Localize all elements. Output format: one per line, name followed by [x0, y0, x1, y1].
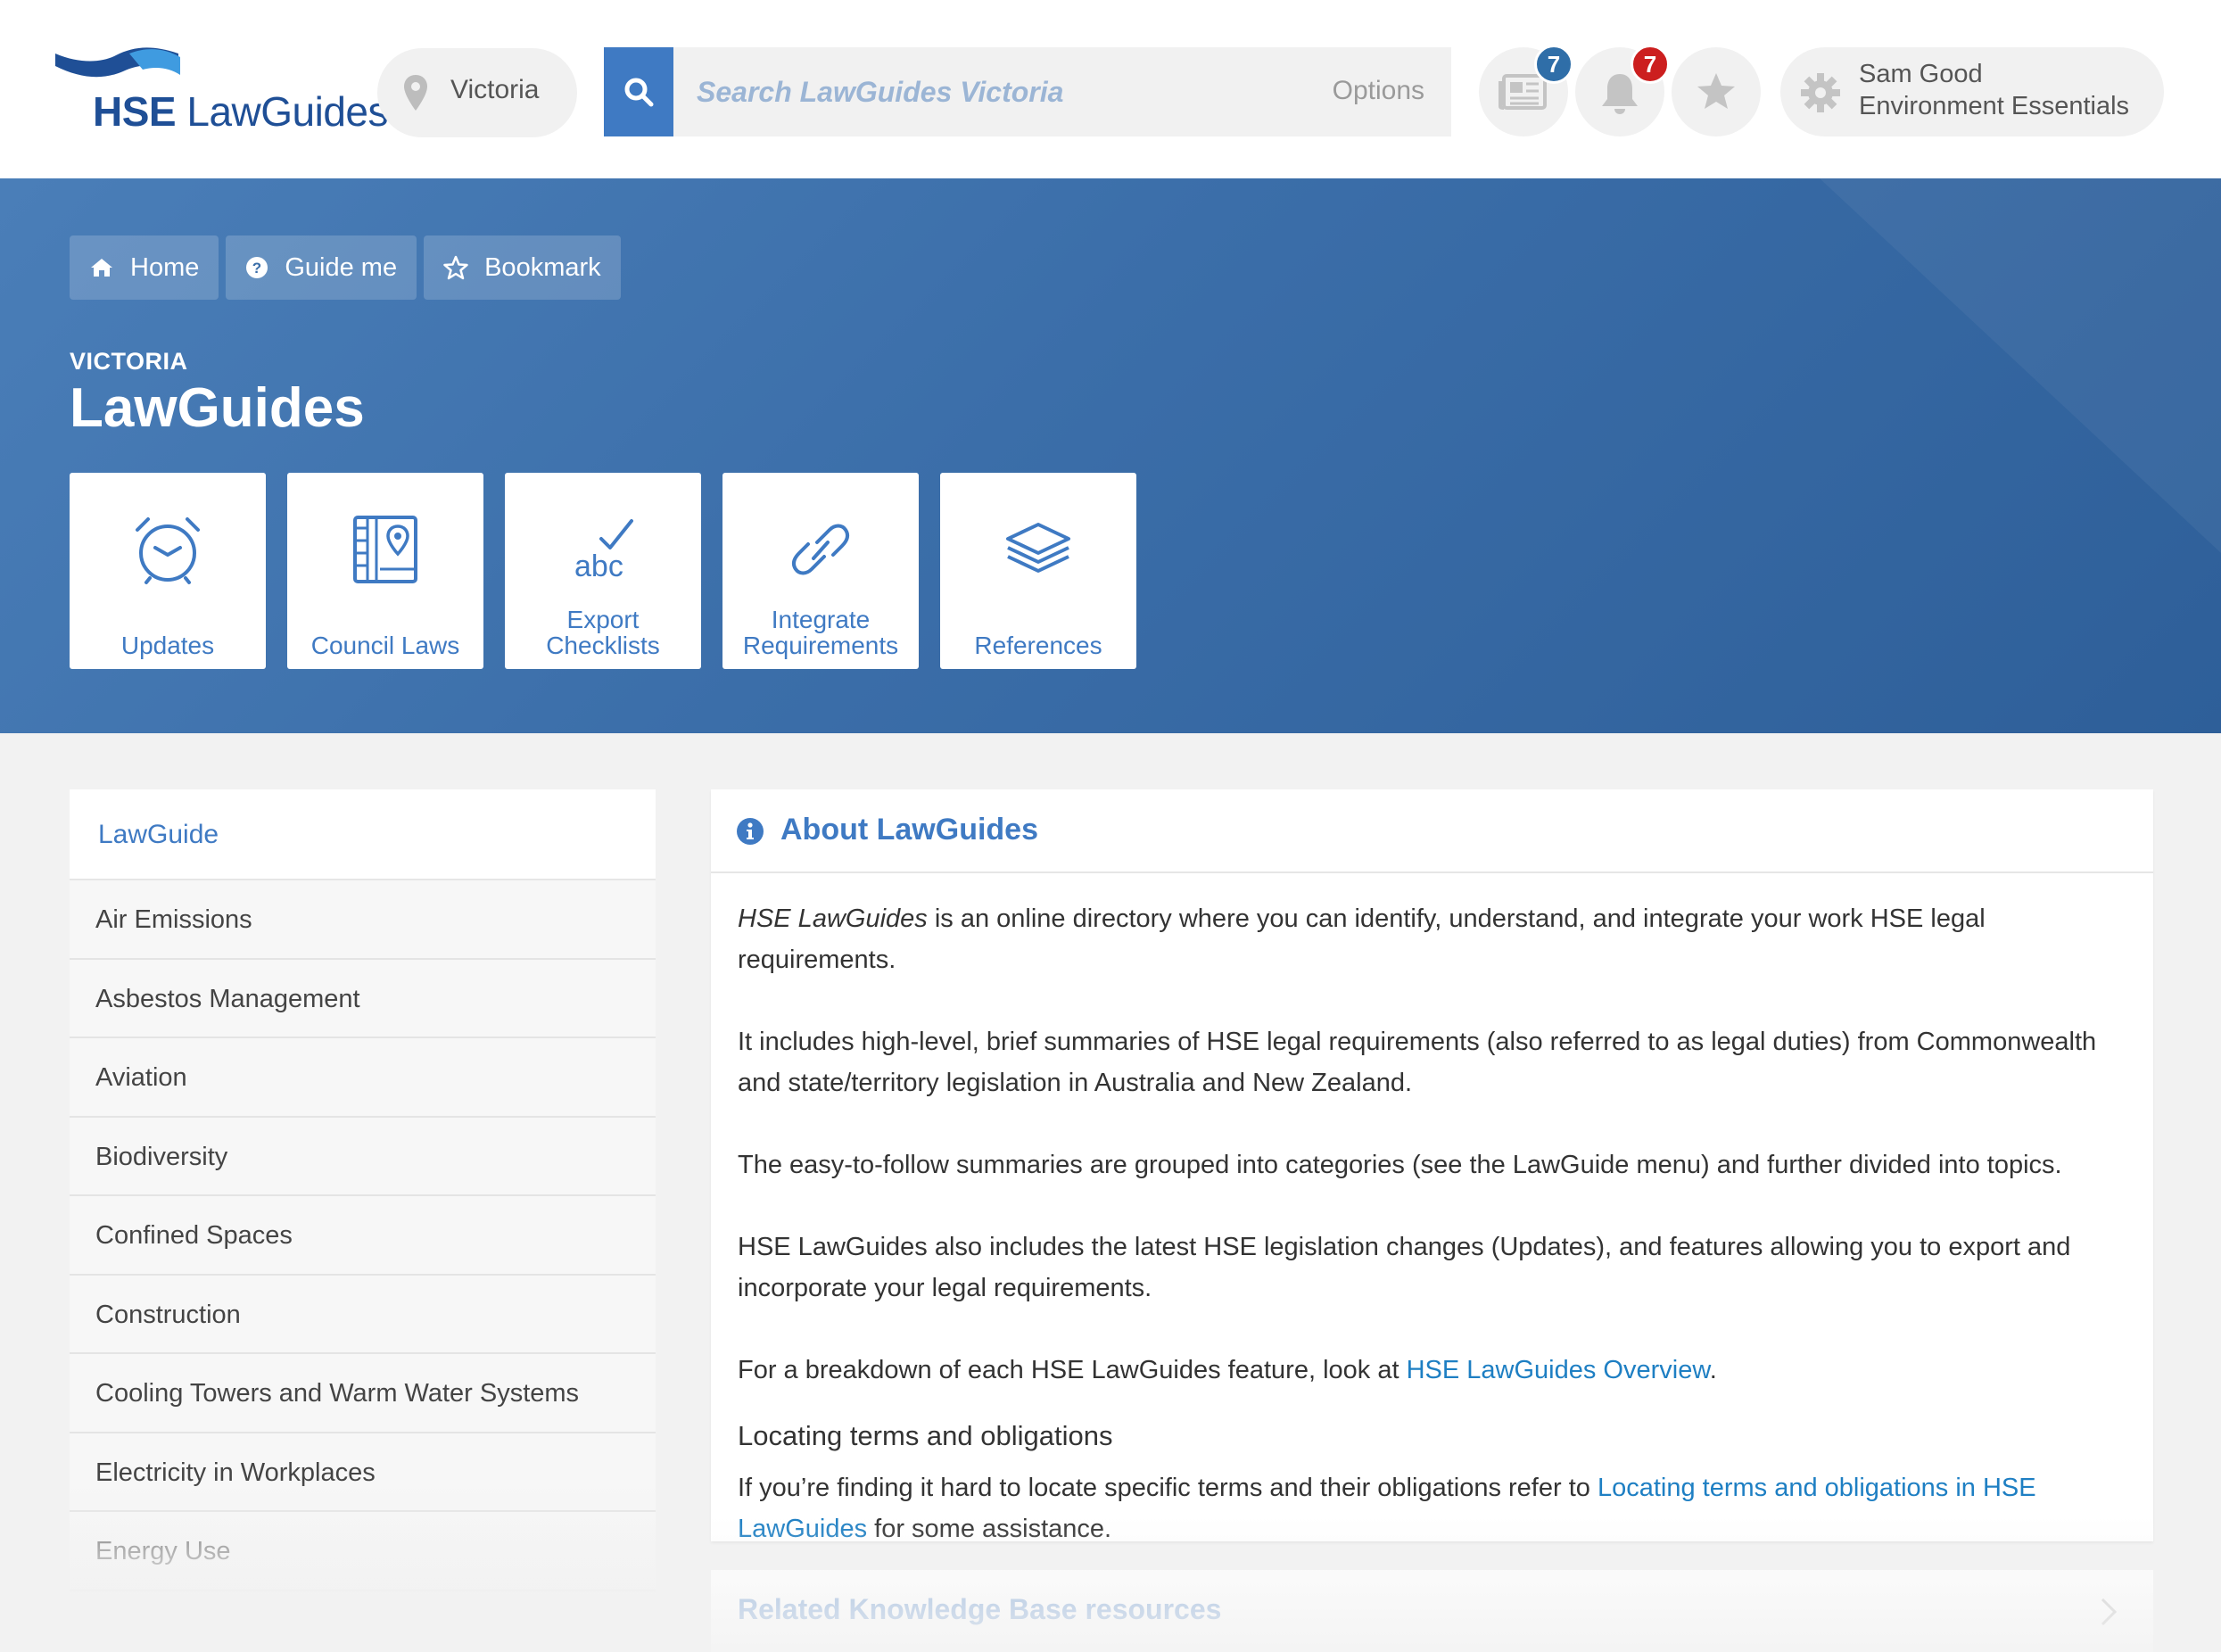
info-circle-icon: [737, 818, 764, 845]
sidebar-item-asbestos-management[interactable]: Asbestos Management: [70, 959, 656, 1038]
hero-decoration: [1820, 178, 2221, 553]
feature-tiles: Updates Council Laws abc Export Checklis…: [70, 473, 1136, 669]
search-input[interactable]: [682, 47, 1253, 136]
alerts-button[interactable]: 7: [1575, 45, 1670, 136]
page-title: LawGuides: [70, 377, 365, 439]
sidebar-title[interactable]: LawGuide: [70, 789, 656, 880]
sidebar-item-confined-spaces[interactable]: Confined Spaces: [70, 1196, 656, 1276]
tile-label: Export Checklists: [546, 606, 660, 659]
alerts-count-badge: 7: [1631, 45, 1670, 84]
hse-lawguides-logo[interactable]: HSE LawGuides: [54, 45, 389, 143]
wave-logo-icon: [55, 47, 180, 78]
sidebar-item-electricity[interactable]: Electricity in Workplaces: [70, 1433, 656, 1512]
favourites-button[interactable]: [1672, 47, 1761, 136]
about-panel-header: About LawGuides: [711, 789, 2153, 873]
top-bar: HSE LawGuides Victoria Options 7: [0, 0, 2221, 178]
tile-references[interactable]: References: [940, 473, 1136, 669]
search-button[interactable]: [604, 47, 673, 136]
star-outline-icon: [443, 255, 468, 280]
home-label: Home: [130, 252, 200, 282]
layers-icon: [1006, 523, 1070, 573]
chevron-right-icon: [2101, 1598, 2118, 1626]
sidebar-item-construction[interactable]: Construction: [70, 1275, 656, 1354]
tile-label: References: [974, 632, 1102, 659]
location-label: Victoria: [450, 75, 540, 104]
bell-icon: [1602, 74, 1638, 114]
hero-subtitle: VICTORIA: [70, 348, 188, 375]
svg-text:?: ?: [252, 260, 261, 277]
bookmark-label: Bookmark: [484, 252, 601, 282]
user-account-menu[interactable]: Sam Good Environment Essentials: [1780, 47, 2164, 136]
related-title: Related Knowledge Base resources: [738, 1593, 1222, 1625]
sidebar-item-energy-use[interactable]: Energy Use: [70, 1512, 656, 1591]
logo-text: HSE LawGuides: [93, 88, 389, 135]
about-paragraph: HSE LawGuides also includes the latest H…: [738, 1233, 2071, 1302]
tile-label: Integrate Requirements: [742, 606, 899, 659]
about-panel: About LawGuides HSE LawGuides is an onli…: [711, 789, 2153, 1543]
star-icon: [1697, 73, 1735, 109]
tile-updates[interactable]: Updates: [70, 473, 266, 669]
about-paragraph: For a breakdown of each HSE LawGuides fe…: [738, 1356, 1717, 1384]
user-subscription: Environment Essentials: [1859, 92, 2130, 120]
about-paragraph: HSE LawGuides is an online directory whe…: [738, 904, 1986, 974]
tile-export-checklists[interactable]: abc Export Checklists: [505, 473, 701, 669]
alarm-clock-icon: [136, 517, 200, 584]
map-pin-icon: [404, 75, 427, 111]
question-circle-icon: ?: [246, 257, 268, 278]
about-body: HSE LawGuides is an online directory whe…: [711, 873, 2153, 1549]
search-options-link[interactable]: Options: [1333, 76, 1424, 106]
sidebar-item-biodiversity[interactable]: Biodiversity: [70, 1117, 656, 1196]
about-title: About LawGuides: [780, 813, 1038, 847]
link-icon: [791, 524, 850, 575]
about-paragraph: If you’re finding it hard to locate spec…: [738, 1474, 2036, 1543]
tile-label: Updates: [120, 632, 215, 659]
lawguide-sidebar: LawGuide Air Emissions Asbestos Manageme…: [70, 789, 656, 1623]
related-resources-panel[interactable]: Related Knowledge Base resources: [711, 1570, 2153, 1652]
locating-heading: Locating terms and obligations: [738, 1420, 1113, 1451]
hero-banner: Home ? Guide me Bookmark VICTORIA LawGui…: [0, 178, 2221, 733]
sidebar-item-more[interactable]: [70, 1590, 656, 1623]
news-button[interactable]: 7: [1479, 45, 1573, 136]
tile-council-laws[interactable]: Council Laws: [287, 473, 483, 669]
location-selector[interactable]: Victoria: [377, 48, 577, 137]
user-name: Sam Good: [1859, 60, 1983, 88]
search-icon: [624, 78, 654, 107]
search-bar: Options: [604, 47, 1451, 136]
home-icon: [91, 259, 112, 277]
home-button[interactable]: Home: [70, 235, 219, 300]
about-paragraph: It includes high-level, brief summaries …: [738, 1028, 2097, 1097]
sidebar-item-cooling-towers[interactable]: Cooling Towers and Warm Water Systems: [70, 1354, 656, 1433]
abc-check-icon: abc: [574, 519, 633, 583]
tile-label: Council Laws: [310, 632, 460, 659]
gear-icon: [1801, 73, 1840, 112]
guide-me-button[interactable]: ? Guide me: [226, 235, 417, 300]
overview-link[interactable]: HSE LawGuides Overview: [1407, 1356, 1710, 1384]
about-paragraph: The easy-to-follow summaries are grouped…: [738, 1151, 2062, 1179]
news-count-badge: 7: [1534, 45, 1573, 84]
tile-integrate-requirements[interactable]: Integrate Requirements: [722, 473, 919, 669]
sidebar-item-air-emissions[interactable]: Air Emissions: [70, 880, 656, 960]
map-book-icon: [353, 516, 417, 583]
guide-me-label: Guide me: [285, 252, 398, 282]
sidebar-item-aviation[interactable]: Aviation: [70, 1038, 656, 1118]
bookmark-button[interactable]: Bookmark: [424, 235, 621, 300]
breadcrumb: Home ? Guide me Bookmark: [70, 235, 621, 300]
svg-text:abc: abc: [574, 549, 623, 583]
